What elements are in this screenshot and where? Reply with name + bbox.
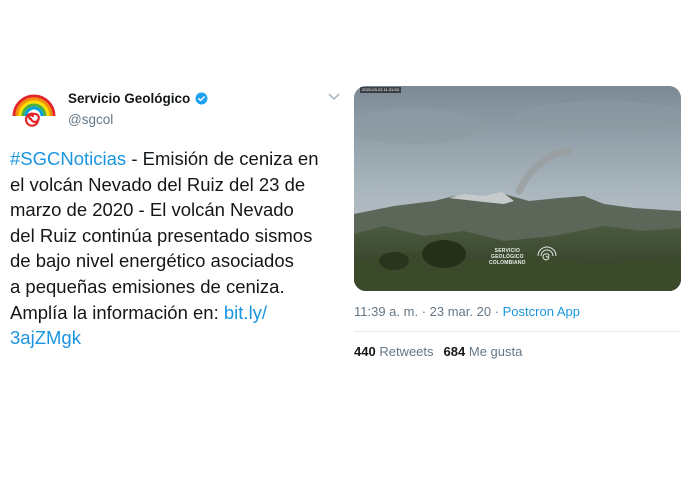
camera-timestamp: 2020-03-23 11:31:53 bbox=[360, 87, 401, 93]
tweet-line-4: del Ruiz continúa presentado sismos bbox=[10, 224, 313, 246]
tweet-line-5: de bajo nivel energético asociados bbox=[10, 250, 294, 272]
tweet-line-6: a pequeñas emisiones de ceniza. bbox=[10, 275, 285, 297]
tweet-text-segment: - Emisión de ceniza en bbox=[126, 148, 319, 169]
meta-separator: · bbox=[418, 304, 430, 319]
watermark-line: COLOMBIANO bbox=[489, 260, 526, 266]
sgc-logo-icon bbox=[12, 94, 56, 127]
tweet-meta: 11:39 a. m. · 23 mar. 20 · Postcron App bbox=[354, 304, 580, 319]
tweet-text: #SGCNoticias - Emisión de ceniza en el v… bbox=[10, 146, 348, 351]
retweets-stat[interactable]: 440 Retweets bbox=[354, 344, 434, 359]
meta-separator: · bbox=[491, 304, 503, 319]
tweet-date[interactable]: 23 mar. 20 bbox=[430, 304, 491, 319]
tweet-line-1: #SGCNoticias - Emisión de ceniza en bbox=[10, 146, 348, 172]
media-watermark: SERVICIO GEOLÓGICO COLOMBIANO bbox=[489, 248, 526, 266]
url-link-part1[interactable]: bit.ly/ bbox=[224, 302, 267, 323]
retweets-label: Retweets bbox=[379, 344, 434, 359]
tweet-line-8: 3ajZMgk bbox=[10, 325, 348, 351]
likes-count: 684 bbox=[443, 344, 466, 359]
tweet-line-3: marzo de 2020 - El volcán Nevado bbox=[10, 199, 294, 221]
divider bbox=[354, 331, 681, 332]
likes-stat[interactable]: 684 Me gusta bbox=[444, 344, 523, 359]
hashtag-link[interactable]: #SGCNoticias bbox=[10, 148, 126, 169]
author-handle[interactable]: @sgcol bbox=[68, 112, 113, 127]
source-app-link[interactable]: Postcron App bbox=[503, 304, 580, 319]
tweet-line-7: Amplía la información en: bit.ly/ bbox=[10, 300, 348, 326]
author-name[interactable]: Servicio Geológico bbox=[68, 91, 208, 106]
author-name-label[interactable]: Servicio Geológico bbox=[68, 91, 190, 106]
tweet-text-segment: Amplía la información en: bbox=[10, 301, 224, 323]
tweet-time[interactable]: 11:39 a. m. bbox=[354, 304, 418, 319]
verified-badge-icon bbox=[195, 92, 208, 105]
tweet-stats: 440 Retweets 684 Me gusta bbox=[354, 344, 522, 359]
url-link-part2[interactable]: 3ajZMgk bbox=[10, 327, 81, 348]
avatar[interactable] bbox=[10, 86, 58, 134]
tweet-line-2: el volcán Nevado del Ruiz del 23 de bbox=[10, 173, 306, 195]
likes-label: Me gusta bbox=[468, 344, 523, 359]
watermark-spiral-icon bbox=[537, 246, 557, 261]
chevron-down-icon[interactable] bbox=[327, 92, 341, 102]
retweets-count: 440 bbox=[354, 344, 376, 359]
tweet-media-image[interactable]: 2020-03-23 11:31:53 SERVICIO GEOLÓGICO C… bbox=[354, 86, 681, 291]
